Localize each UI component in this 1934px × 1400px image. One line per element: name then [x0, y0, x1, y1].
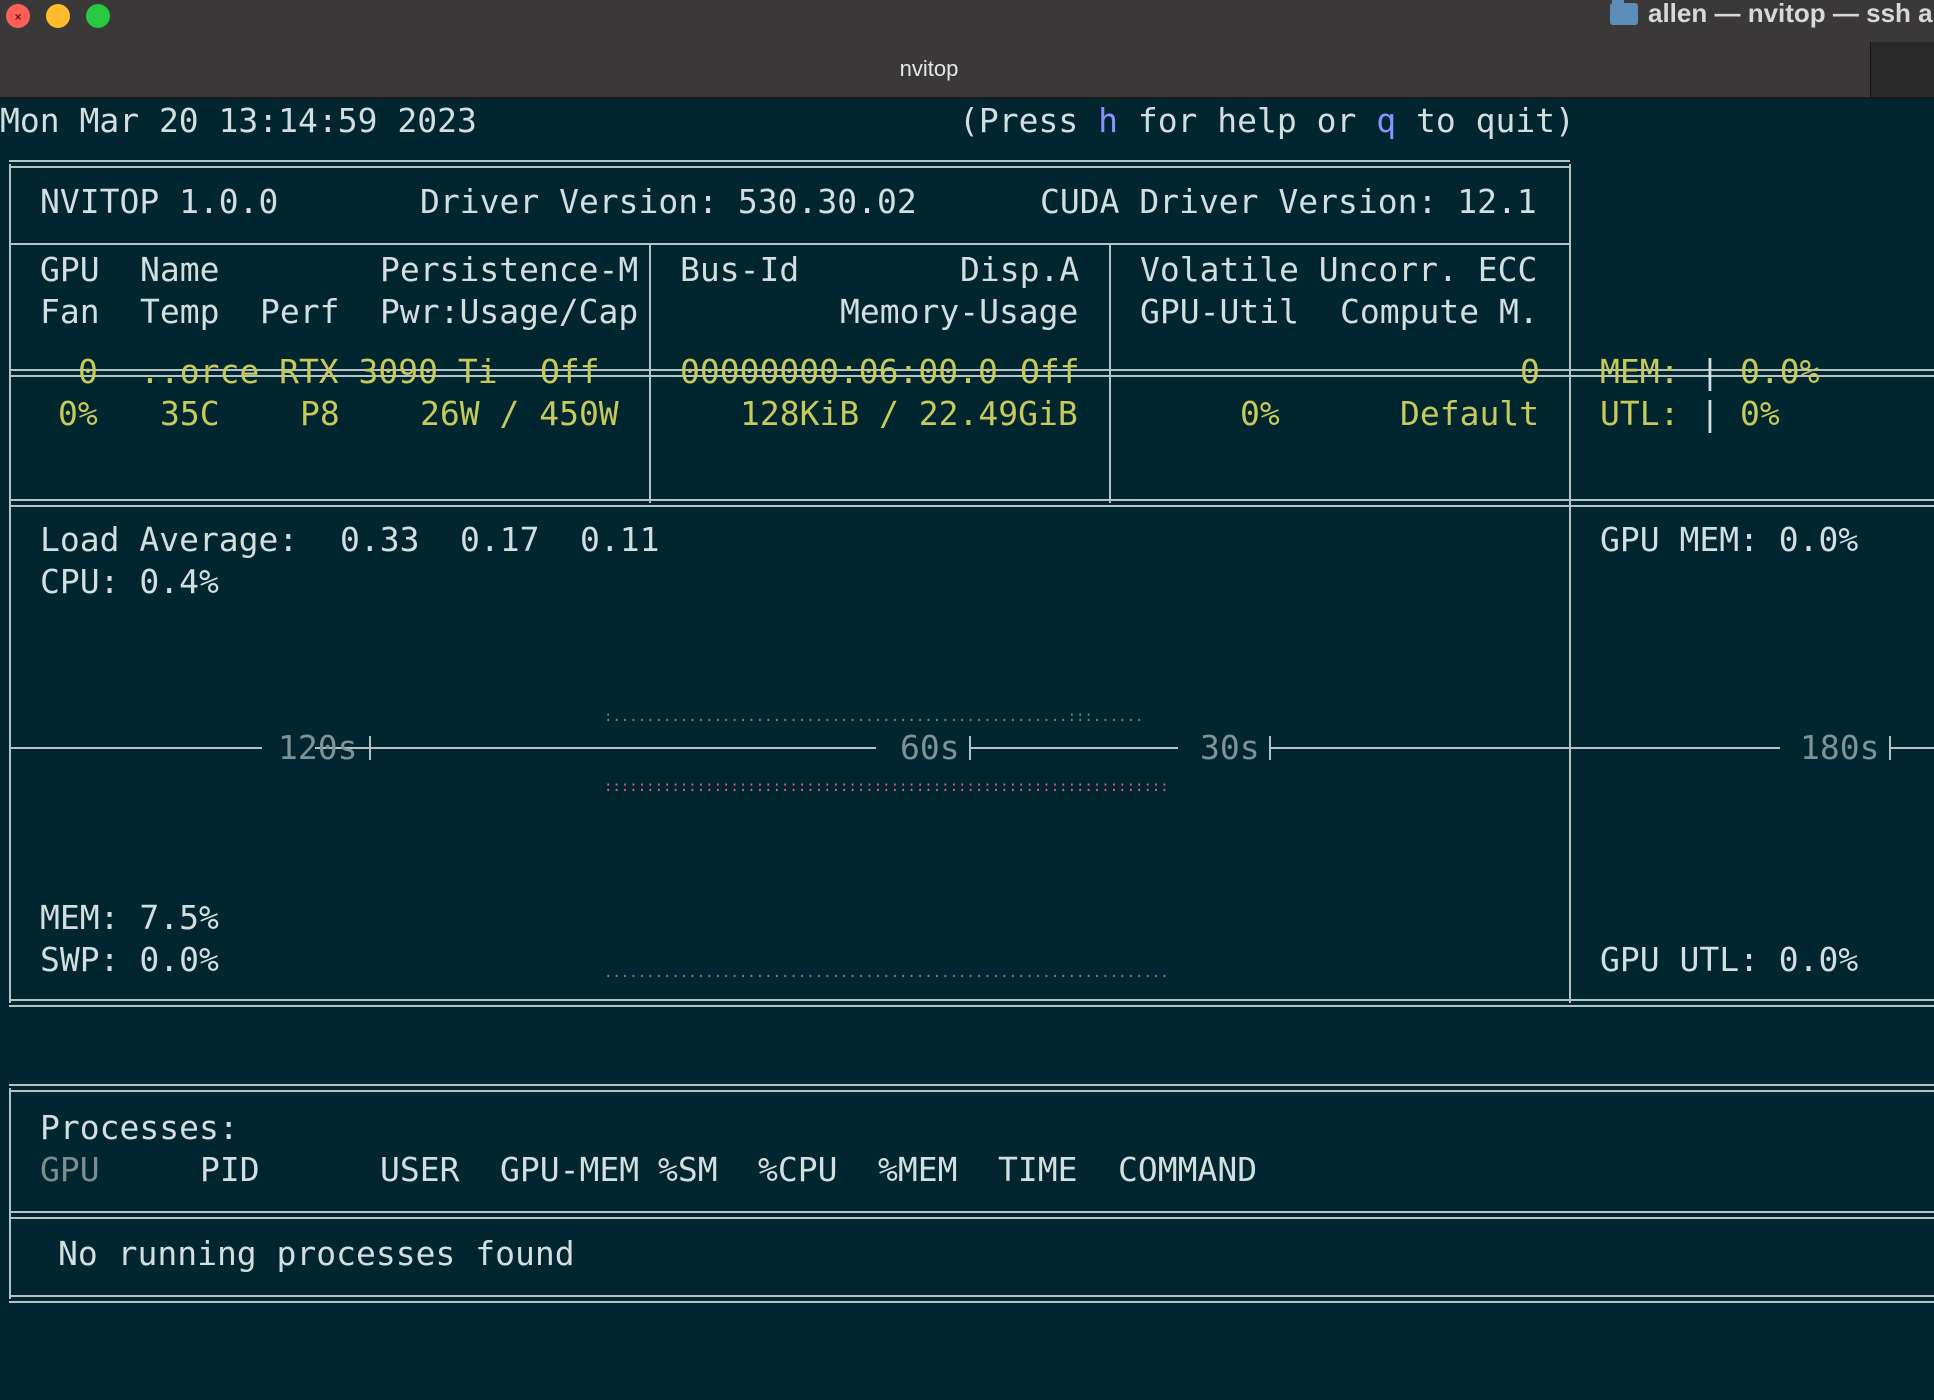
col-persistence: Persistence-M	[380, 250, 639, 289]
gpu-compute: Default	[1400, 394, 1540, 433]
load-average-label: Load Average:	[40, 520, 299, 559]
col-perf: Perf	[260, 292, 340, 331]
no-processes-message: No running processes found	[58, 1234, 575, 1273]
gpu-disp: Off	[1020, 352, 1080, 391]
mem-usage: MEM: 7.5%	[40, 898, 219, 937]
close-window-button[interactable]: ×	[6, 4, 30, 28]
tick-180s: 180s	[1800, 728, 1880, 767]
proc-col-time[interactable]: TIME	[998, 1149, 1077, 1191]
nvitop-version: NVITOP 1.0.0	[40, 182, 279, 221]
gpu-utl-usage: GPU UTL: 0.0%	[1600, 940, 1859, 979]
side-mem-bar: |	[1700, 352, 1720, 391]
col-disp: Disp.A	[960, 250, 1080, 289]
maximize-window-button[interactable]	[86, 4, 110, 28]
col-memory-usage: Memory-Usage	[840, 292, 1079, 331]
col-fan: Fan	[40, 292, 100, 331]
gpu-index: 0	[78, 352, 98, 391]
gpu-temp: 35C	[160, 394, 220, 433]
driver-version: Driver Version: 530.30.02	[420, 182, 917, 221]
gpu-name: ..orce RTX 3090 Ti	[140, 352, 498, 391]
gpu-fan: 0%	[58, 394, 98, 433]
col-ecc: Volatile Uncorr. ECC	[1140, 250, 1538, 289]
gpu-ecc: 0	[1520, 352, 1540, 391]
processes-title: Processes:	[40, 1108, 239, 1147]
col-bus-id: Bus-Id	[680, 250, 800, 289]
side-utl-bar: |	[1700, 394, 1720, 433]
load-5m: 0.17	[460, 520, 540, 559]
close-icon: ×	[14, 10, 22, 24]
col-name: Name	[140, 250, 220, 289]
tick-30s: 30s	[1200, 728, 1260, 767]
proc-col-command[interactable]: COMMAND	[1118, 1149, 1257, 1191]
gpu-perf: P8	[300, 394, 340, 433]
cpu-graph-series: :.......................................…	[604, 709, 1144, 725]
tab-title-text: allen — nvitop — ssh a	[1648, 0, 1933, 28]
side-mem-label: MEM:	[1600, 352, 1680, 391]
tick-60s: 60s	[900, 728, 960, 767]
cpu-usage: CPU: 0.4%	[40, 562, 219, 601]
proc-col-gpu-mem[interactable]: GPU-MEM	[500, 1149, 639, 1191]
col-compute: Compute M.	[1340, 292, 1539, 331]
col-gpu-util: GPU-Util	[1140, 292, 1299, 331]
col-temp: Temp	[140, 292, 220, 331]
proc-col-mem[interactable]: %MEM	[878, 1149, 957, 1191]
gpu-util: 0%	[1240, 394, 1280, 433]
cuda-version: CUDA Driver Version: 12.1	[1040, 182, 1537, 221]
gpu-bus-id: 00000000:06:00.0	[680, 352, 998, 391]
side-utl-label: UTL:	[1600, 394, 1680, 433]
window-titlebar: × nvitop allen — nvitop — ssh a	[0, 0, 1934, 99]
swp-usage: SWP: 0.0%	[40, 940, 219, 979]
minimize-window-button[interactable]	[46, 4, 70, 28]
col-pwr: Pwr:Usage/Cap	[380, 292, 639, 331]
side-mem-value: 0.0%	[1740, 352, 1820, 391]
proc-col-gpu[interactable]: GPU	[40, 1149, 100, 1191]
side-utl-value: 0%	[1740, 394, 1780, 433]
folder-icon	[1610, 0, 1638, 25]
tick-120s: 120s	[278, 728, 358, 767]
proc-col-pid[interactable]: PID	[200, 1149, 260, 1191]
load-1m: 0.33	[340, 520, 420, 559]
col-gpu: GPU	[40, 250, 100, 289]
mem-graph-series: ........................................…	[604, 965, 1169, 981]
gpu-persistence: Off	[540, 352, 600, 391]
tab-bar-filler	[1870, 42, 1934, 97]
terminal-tab-title[interactable]: allen — nvitop — ssh a	[1610, 0, 1933, 29]
load-15m: 0.11	[580, 520, 660, 559]
gpu-memory: 128KiB / 22.49GiB	[740, 394, 1078, 433]
proc-col-user[interactable]: USER	[380, 1149, 459, 1191]
gpu-power: 26W / 450W	[420, 394, 619, 433]
gpu-mem-graph-series: ::::::::::::::::::::::::::::::::::::::::…	[604, 779, 1169, 795]
proc-col-cpu[interactable]: %CPU	[758, 1149, 837, 1191]
window-title: nvitop	[899, 56, 959, 81]
proc-col-sm[interactable]: %SM	[658, 1149, 718, 1191]
gpu-mem-usage: GPU MEM: 0.0%	[1600, 520, 1859, 559]
